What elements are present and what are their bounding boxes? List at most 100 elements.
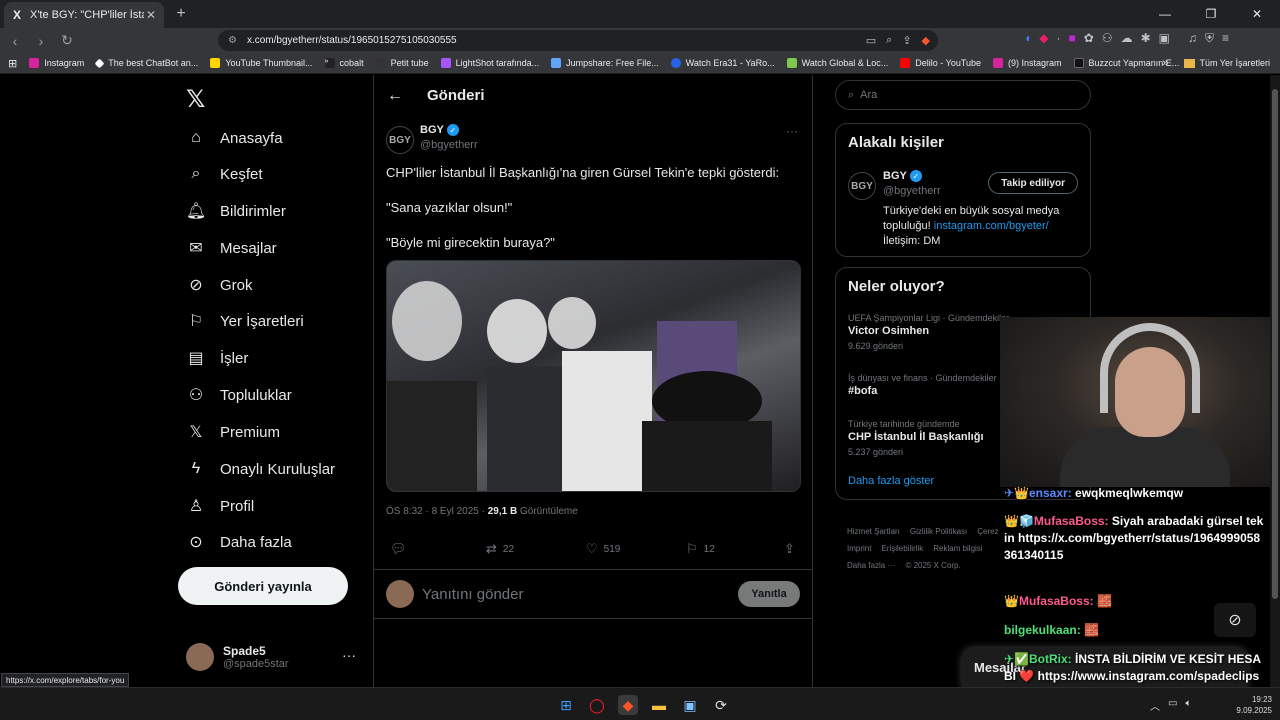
reply-input[interactable]: Yanıtını gönder xyxy=(422,586,523,603)
zoom-icon[interactable]: ⌕ xyxy=(886,34,892,47)
footer-link[interactable]: Erişilebilirlik xyxy=(881,544,923,553)
extensions-puzzle-icon[interactable]: ✱ xyxy=(1141,31,1151,46)
related-name[interactable]: BGY ✓ xyxy=(883,170,922,182)
grok-floating-icon[interactable]: ⊘ xyxy=(1214,603,1256,637)
cast-icon[interactable]: ▭ xyxy=(866,34,876,47)
nav-item-verified-orgs[interactable]: ϟ Onaylı Kuruluşlar xyxy=(186,454,335,484)
volume-icon[interactable]: 🔈︎ xyxy=(1185,698,1191,713)
repost-action[interactable]: ⇄ 22 xyxy=(486,541,514,557)
footer-link[interactable]: Hizmet Şartları xyxy=(847,527,900,536)
tray-chevron-icon[interactable]: ︿ xyxy=(1150,698,1160,713)
opera-icon[interactable]: ◯ xyxy=(587,695,607,715)
nav-item-communities[interactable]: ⚇ Topluluklar xyxy=(186,380,292,410)
bookmark-item[interactable]: (9) Instagram xyxy=(993,58,1062,68)
bookmark-item[interactable]: Petit tube xyxy=(375,58,429,68)
bookmark-item[interactable]: Watch Global & Loc... xyxy=(786,58,888,68)
windows-start-icon[interactable]: ⊞ xyxy=(556,695,576,715)
nav-item-more[interactable]: ⊙ Daha fazla xyxy=(186,527,291,557)
extension-icon[interactable]: ☁ xyxy=(1121,31,1133,46)
app-icon[interactable]: ⟳ xyxy=(711,695,731,715)
footer-link[interactable]: Çerez xyxy=(977,527,998,536)
bookmark-item[interactable]: Delilo - YouTube xyxy=(900,58,981,68)
menu-icon[interactable]: ≡ xyxy=(1222,31,1229,46)
forward-icon[interactable]: › xyxy=(30,30,52,52)
bio-link[interactable]: instagram.com/bgyeter/ xyxy=(934,220,1049,232)
nav-item-notifications[interactable]: 🔔︎ Bildirimler xyxy=(186,196,286,226)
search-icon: ⌕ xyxy=(848,88,855,101)
back-arrow-icon[interactable]: ← xyxy=(387,87,403,105)
tab-close-icon[interactable]: ✕ xyxy=(144,8,158,22)
browser-tab[interactable]: X X'te BGY: "CHP'liler İstanbul İl ✕ xyxy=(4,2,164,28)
sidebar-toggle-icon[interactable]: ▣ xyxy=(1159,31,1170,46)
bookmark-item[interactable]: Watch Era31 - YaRo... xyxy=(670,58,775,68)
author-name[interactable]: BGY ✓ xyxy=(420,124,459,136)
address-bar[interactable]: ⚙ x.com/bgyetherr/status/196501527510503… xyxy=(218,30,938,51)
more-bookmarks-icon[interactable]: » xyxy=(1162,57,1168,69)
following-button[interactable]: Takip ediliyor xyxy=(988,172,1078,194)
related-handle[interactable]: @bgyetherr xyxy=(883,185,941,197)
footer-link[interactable]: Daha fazla ··· xyxy=(847,561,895,570)
show-more-link[interactable]: Daha fazla göster xyxy=(848,475,934,487)
nav-item-profile[interactable]: ♙ Profil xyxy=(186,491,254,521)
bookmark-item[interactable]: Instagram xyxy=(29,58,84,68)
x-logo-icon[interactable]: 𝕏 xyxy=(186,85,205,114)
brave-shield-icon[interactable]: ◆ xyxy=(922,34,930,47)
new-tab-icon[interactable]: + xyxy=(170,3,192,25)
network-icon[interactable]: ▭ xyxy=(1168,698,1177,713)
related-avatar[interactable]: BGY xyxy=(848,172,876,200)
nav-item-premium[interactable]: 𝕏 Premium xyxy=(186,417,280,447)
scrollbar-thumb[interactable] xyxy=(1272,89,1278,599)
site-info-icon[interactable]: ⚙ xyxy=(228,35,237,46)
reply-action[interactable]: 💬︎ xyxy=(390,541,413,557)
author-avatar[interactable]: BGY xyxy=(386,126,414,154)
minimize-icon[interactable]: — xyxy=(1142,0,1188,28)
window-close-icon[interactable]: ✕ xyxy=(1234,0,1280,28)
photos-icon[interactable]: ▣ xyxy=(680,695,700,715)
extension-icon[interactable]: ⚇ xyxy=(1102,31,1113,46)
bookmark-item[interactable]: YouTube Thumbnail... xyxy=(210,58,313,68)
post-time[interactable]: ÖS 8:32 · 8 Eyl 2025 · xyxy=(386,506,485,517)
nav-item-explore[interactable]: ⌕ Keşfet xyxy=(186,159,263,189)
extension-icon[interactable]: ■ xyxy=(1068,31,1075,46)
bookmark-item[interactable]: Jumpshare: Free File... xyxy=(551,58,659,68)
bookmark-item[interactable]: LightShot tarafında... xyxy=(440,58,539,68)
like-action[interactable]: ♡ 519 xyxy=(586,541,620,557)
footer-link[interactable]: Gizlilik Politikası xyxy=(910,527,967,536)
author-handle[interactable]: @bgyetherr xyxy=(420,139,478,151)
verified-badge-icon: ✓ xyxy=(909,170,922,182)
account-switcher[interactable]: Spade5 @spade5star ··· xyxy=(186,639,366,675)
vpn-icon[interactable]: ⛨ xyxy=(1205,31,1214,46)
post-more-icon[interactable]: ··· xyxy=(786,124,798,138)
restore-icon[interactable]: ❐ xyxy=(1188,0,1234,28)
extension-icon[interactable]: ◖ xyxy=(1024,31,1031,46)
nav-item-messages[interactable]: ✉ Mesajlar xyxy=(186,233,276,263)
taskbar-clock[interactable]: 19:23 9.09.2025 xyxy=(1236,694,1272,716)
extension-icon[interactable]: ✿ xyxy=(1084,31,1094,46)
bookmark-action[interactable]: ⚐ 12 xyxy=(686,541,715,557)
file-explorer-icon[interactable]: ▬ xyxy=(649,695,669,715)
extension-icon[interactable]: ◆ xyxy=(1039,31,1048,46)
nav-item-home[interactable]: ⌂ Anasayfa xyxy=(186,123,282,153)
apps-grid-icon[interactable]: ⊞ xyxy=(8,57,17,70)
more-dots-icon[interactable]: ··· xyxy=(342,647,356,663)
nav-item-bookmarks[interactable]: ⚐ Yer İşaretleri xyxy=(186,306,304,336)
all-bookmarks-folder[interactable]: Tüm Yer İşaretleri xyxy=(1199,58,1270,68)
extension-icon[interactable]: · xyxy=(1056,31,1060,46)
reload-icon[interactable]: ↻ xyxy=(56,30,78,52)
footer-link[interactable]: Imprint xyxy=(847,544,871,553)
bookmark-item[interactable]: The best ChatBot an... xyxy=(94,58,198,68)
share-icon[interactable]: ⇪ xyxy=(902,34,911,47)
back-icon[interactable]: ‹ xyxy=(4,30,26,52)
footer-link[interactable]: Reklam bilgisi xyxy=(933,544,982,553)
media-icon[interactable]: ♫ xyxy=(1188,31,1197,46)
share-action[interactable]: ⇪ xyxy=(784,541,801,557)
post-video[interactable] xyxy=(386,260,801,492)
nav-item-grok[interactable]: ⊘ Grok xyxy=(186,270,252,300)
brave-icon[interactable]: ◆ xyxy=(618,695,638,715)
nav-item-jobs[interactable]: ▤ İşler xyxy=(186,343,248,373)
reply-button[interactable]: Yanıtla xyxy=(738,581,800,607)
post-button[interactable]: Gönderi yayınla xyxy=(178,567,348,605)
bookmark-item[interactable]: » cobalt xyxy=(324,58,364,68)
page-scrollbar[interactable] xyxy=(1270,75,1280,687)
search-input[interactable]: ⌕ Ara xyxy=(835,80,1091,110)
